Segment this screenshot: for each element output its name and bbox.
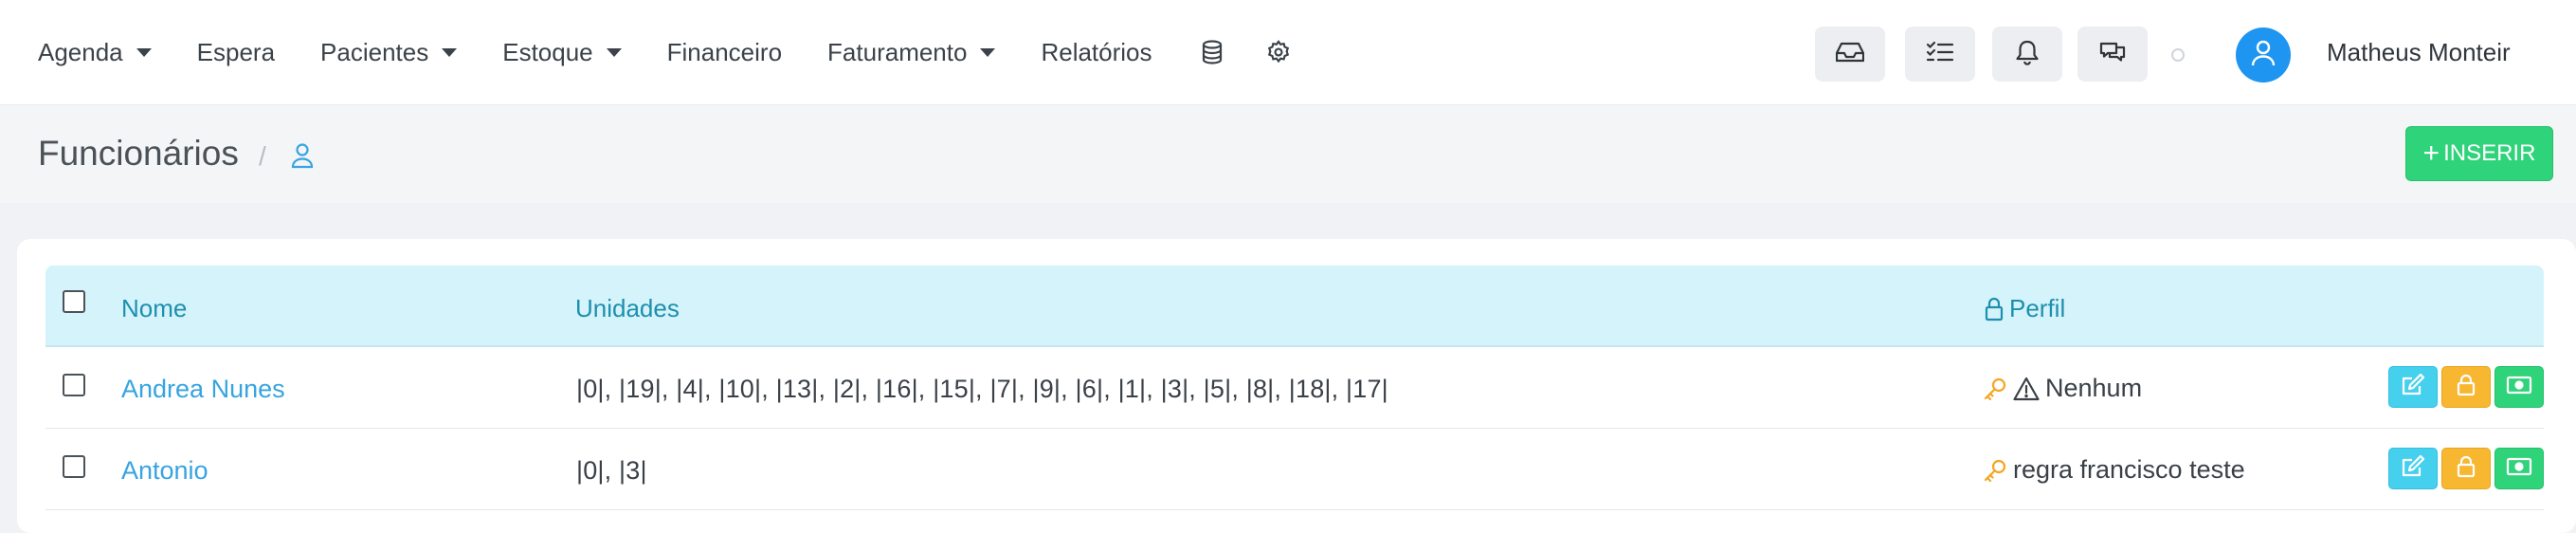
notifications-button[interactable] [1992,27,2062,82]
menu-faturamento[interactable]: Faturamento [827,37,996,67]
menu-espera-label: Espera [196,37,276,66]
menu-estoque-label: Estoque [502,37,593,66]
column-header-profile[interactable]: Perfil [1985,294,2065,323]
money-icon [2506,376,2532,399]
edit-icon [2401,373,2425,401]
menu-agenda[interactable]: Agenda [38,38,152,67]
employee-profile-label: Nenhum [2045,374,2143,402]
messages-button[interactable] [2077,27,2148,82]
employee-name-link[interactable]: Antonio [121,456,209,486]
employee-units: |0|, |3| [576,456,647,485]
menu-pacientes[interactable]: Pacientes [320,37,458,67]
column-header-name-label: Nome [121,294,188,322]
menu-agenda-label: Agenda [38,37,123,66]
main-menu: Agenda Espera Pacientes Estoque Financei… [38,0,1331,104]
page-header: Funcionários / + INSERIR [0,104,2576,203]
menu-espera[interactable]: Espera [197,38,275,67]
edit-button[interactable] [2388,366,2438,408]
user-name[interactable]: Matheus Monteir [2327,38,2511,67]
employee-units: |0|, |19|, |4|, |10|, |13|, |2|, |16|, |… [576,375,1388,403]
employees-card: Nome Unidades Perfil Andrea Nunes |0|, |… [17,239,2576,533]
employee-name-link[interactable]: Andrea Nunes [121,375,285,404]
select-all-checkbox[interactable] [63,290,85,313]
menu-faturamento-label: Faturamento [827,37,968,66]
caret-down-icon [980,47,996,57]
caret-down-icon [136,47,152,57]
row-checkbox[interactable] [63,455,85,478]
column-header-profile-label: Perfil [2009,294,2066,322]
page-title: Funcionários [38,134,239,173]
row-actions [2388,448,2548,489]
employee-profile: regra francisco teste [1983,455,2245,485]
column-header-units-label: Unidades [575,294,680,322]
table-row: Antonio |0|, |3| regra francisco teste [45,429,2544,510]
column-header-name[interactable]: Nome [121,294,187,323]
row-actions [2388,366,2548,408]
insert-button[interactable]: + INSERIR [2405,126,2553,181]
menu-financeiro[interactable]: Financeiro [667,38,782,67]
breadcrumb-separator: / [259,141,266,171]
row-checkbox[interactable] [63,374,85,396]
column-header-units[interactable]: Unidades [575,294,680,323]
payment-button[interactable] [2494,448,2544,489]
employee-profile-label: regra francisco teste [2013,455,2245,484]
edit-button[interactable] [2388,448,2438,489]
menu-estoque[interactable]: Estoque [502,37,622,67]
inbox-button[interactable] [1815,27,1885,82]
online-status-indicator [2171,48,2185,62]
database-icon[interactable] [1198,38,1226,66]
bell-icon [2015,39,2040,70]
inbox-icon [1835,41,1865,68]
gear-icon[interactable] [1264,38,1293,66]
menu-relatorios[interactable]: Relatórios [1041,38,1152,67]
table-header: Nome Unidades Perfil [45,266,2544,347]
employee-profile: Nenhum [1983,374,2142,403]
user-icon[interactable] [287,139,317,172]
lock-icon [2457,455,2476,483]
lock-icon [1985,297,2004,322]
permissions-button[interactable] [2441,366,2491,408]
key-icon [1983,458,2007,483]
tasks-icon [1926,40,1954,69]
menu-relatorios-label: Relatórios [1041,37,1152,66]
warning-icon [2013,377,2040,401]
avatar[interactable] [2236,28,2291,83]
menu-financeiro-label: Financeiro [666,37,783,66]
menu-pacientes-label: Pacientes [320,37,429,66]
user-icon [2250,39,2277,72]
permissions-button[interactable] [2441,448,2491,489]
plus-icon: + [2422,138,2440,169]
caret-down-icon [442,47,458,57]
top-navbar: Agenda Espera Pacientes Estoque Financei… [0,0,2576,104]
money-icon [2506,457,2532,481]
key-icon [1983,377,2007,401]
chat-icon [2098,40,2127,69]
lock-icon [2457,374,2476,401]
payment-button[interactable] [2494,366,2544,408]
table-row: Andrea Nunes |0|, |19|, |4|, |10|, |13|,… [45,347,2544,429]
tasks-button[interactable] [1905,27,1975,82]
insert-button-label: INSERIR [2443,140,2536,166]
caret-down-icon [606,47,622,57]
edit-icon [2401,454,2425,483]
